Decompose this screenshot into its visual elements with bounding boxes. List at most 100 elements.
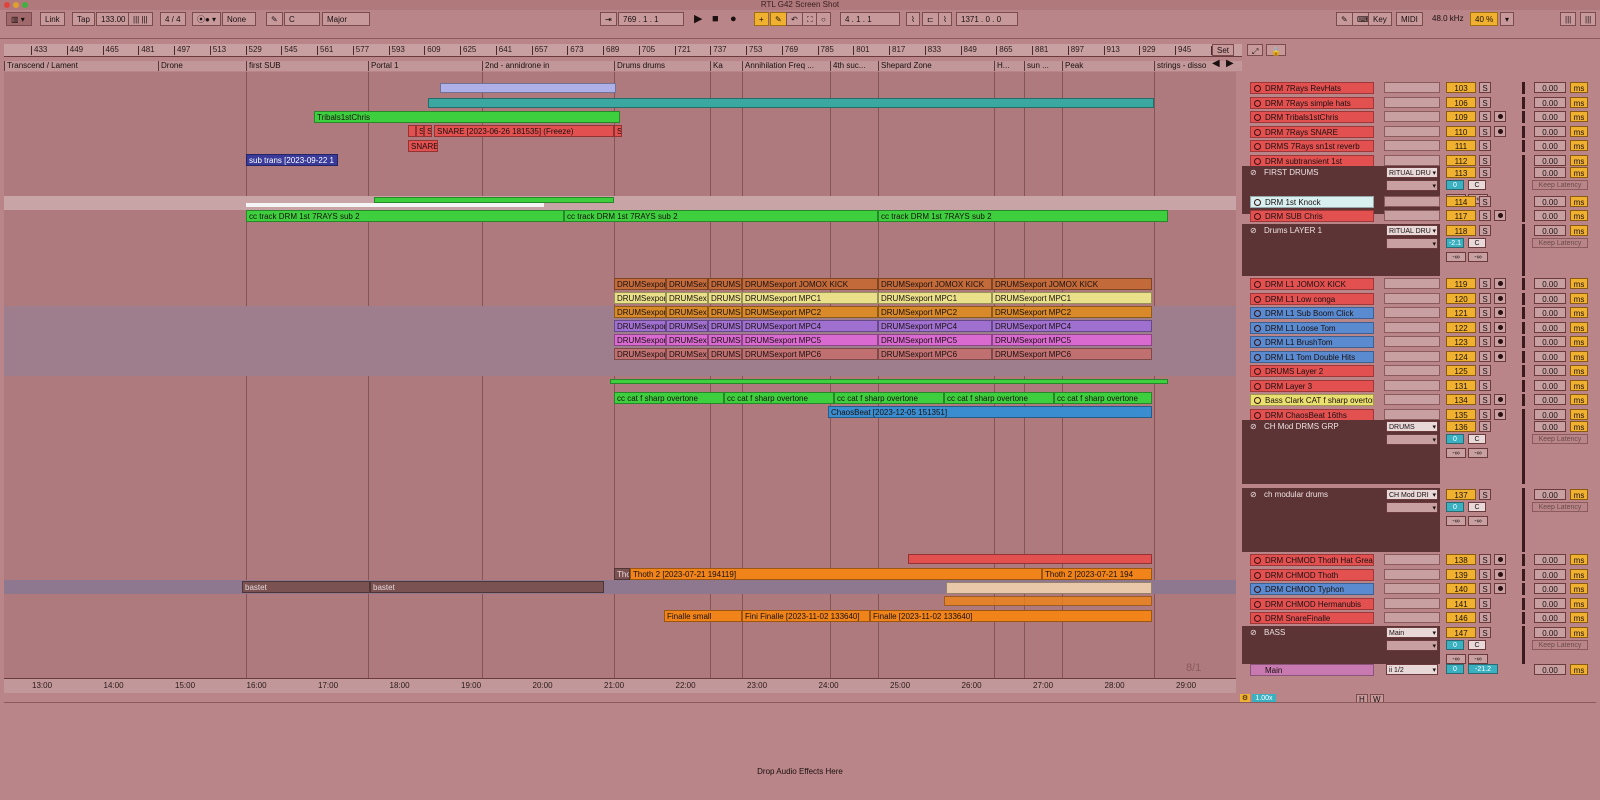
clip-drumsexport[interactable]: DRUMSexp [666, 278, 708, 290]
track-activator-icon[interactable] [1254, 557, 1261, 564]
clip-snare-s[interactable]: S [416, 125, 424, 137]
track-delay-unit[interactable]: ms [1570, 568, 1588, 580]
tap-button[interactable]: Tap [72, 12, 95, 26]
volume-field[interactable]: 0 [1446, 640, 1464, 650]
session-record-icon[interactable]: ○ [816, 12, 831, 26]
track-activator-icon[interactable] [1254, 114, 1261, 121]
arm-button[interactable] [1494, 583, 1506, 594]
track-name[interactable]: DRM 7Rays SNARE [1250, 125, 1374, 138]
loop-start-field[interactable]: 4 . 1 . 1 [840, 12, 900, 26]
arm-button[interactable] [1494, 394, 1506, 405]
keep-latency-button[interactable]: Keep Latency [1532, 180, 1588, 190]
solo-button[interactable]: S [1479, 96, 1491, 108]
track-delay-unit[interactable]: ms [1570, 82, 1588, 93]
clip[interactable] [610, 379, 1168, 384]
clip-mpc6[interactable]: DRUMSexport MPC6 [992, 348, 1152, 360]
track-input-box[interactable] [1384, 336, 1440, 347]
track-activator-icon[interactable] [1254, 353, 1261, 361]
master-volume-field[interactable]: 0 [1446, 664, 1464, 674]
loop-icon[interactable]: ⊏ [922, 12, 939, 26]
stop-icon[interactable]: ■ [712, 13, 719, 25]
next-locator-icon[interactable]: ▶ [1226, 58, 1234, 69]
clip-jomox[interactable]: DRUMSexport JOMOX KICK [992, 278, 1152, 290]
clip-cc-track[interactable]: cc track DRM 1st 7RAYS sub 2 [878, 210, 1168, 222]
track-number[interactable]: 136 [1446, 421, 1476, 432]
master-level-field[interactable]: -21.2 [1468, 664, 1498, 674]
lock-icon[interactable]: 🔒 [1266, 44, 1286, 56]
track-delay-field[interactable]: 0.00 [1534, 627, 1566, 638]
solo-button[interactable]: S [1479, 321, 1491, 333]
device-view[interactable]: Drop Audio Effects Here [4, 702, 1596, 797]
track-number[interactable]: 122 [1446, 321, 1476, 333]
track-delay-unit[interactable]: ms [1570, 583, 1588, 594]
track-delay-unit[interactable]: ms [1570, 408, 1588, 420]
maximize-window-button[interactable] [22, 2, 28, 8]
track-name[interactable]: DRM L1 Loose Tom [1250, 321, 1374, 334]
locator[interactable]: Ka [710, 61, 723, 71]
keep-latency-button[interactable]: Keep Latency [1532, 238, 1588, 248]
solo-button[interactable]: S [1479, 408, 1491, 420]
clip-cc-cat[interactable]: cc cat f sharp overtone [944, 392, 1054, 404]
track-name[interactable]: DRM ChaosBeat 16ths [1250, 408, 1374, 421]
track-number[interactable]: 119 [1446, 278, 1476, 289]
locator[interactable]: 2nd - annidrone in [482, 61, 550, 71]
view-toggle-icon[interactable]: ▥ ▾ [6, 12, 32, 26]
track-number[interactable]: 114 [1446, 196, 1476, 207]
clip-drumsexport[interactable]: DRUMSexp [666, 348, 708, 360]
track-activator-icon[interactable] [1254, 295, 1261, 303]
locator[interactable]: Drone [158, 61, 183, 71]
track-delay-unit[interactable]: ms [1570, 394, 1588, 405]
volume-field[interactable]: 0 [1446, 180, 1464, 190]
clip-mpc6[interactable]: DRUMSexport MPC6 [742, 348, 878, 360]
clip-cc-track[interactable]: cc track DRM 1st 7RAYS sub 2 [564, 210, 878, 222]
locator[interactable]: Annihilation Freq ... [742, 61, 814, 71]
beat-time-ruler[interactable]: 433 449 465 481 497 513 529 545 561 577 593 609 625 6… [4, 44, 1263, 57]
input-box[interactable] [1386, 434, 1438, 445]
clip-cc-cat[interactable]: cc cat f sharp overtone [1054, 392, 1152, 404]
track-activator-icon[interactable] [1254, 586, 1261, 593]
track-input-box[interactable] [1384, 140, 1440, 151]
solo-button[interactable]: S [1479, 597, 1491, 609]
locator[interactable]: Drums drums [614, 61, 665, 71]
track-delay-unit[interactable]: ms [1570, 96, 1588, 108]
track-number[interactable]: 117 [1446, 210, 1476, 221]
arm-button[interactable] [1494, 278, 1506, 289]
track-number[interactable]: 106 [1446, 96, 1476, 108]
keep-latency-button[interactable]: Keep Latency [1532, 640, 1588, 650]
track-name[interactable]: DRM subtransient 1st [1250, 154, 1374, 167]
track-number[interactable]: 124 [1446, 350, 1476, 362]
punch-out-icon[interactable]: ⌇ [938, 12, 952, 26]
clip[interactable] [428, 98, 1154, 108]
solo-button[interactable]: S [1479, 421, 1491, 432]
solo-button[interactable]: S [1479, 292, 1491, 304]
group-track-name[interactable]: Drums LAYER 1 [1250, 226, 1322, 235]
clip-mpc5[interactable]: DRUMSexport MPC5 [742, 334, 878, 346]
track-delay-field[interactable]: 0.00 [1534, 597, 1566, 609]
track-name[interactable]: DRM Tribals1stChris [1250, 111, 1374, 123]
track-number[interactable]: 120 [1446, 292, 1476, 304]
clip-drumsexport[interactable]: DRUMSexp [666, 334, 708, 346]
track-number[interactable]: 139 [1446, 568, 1476, 580]
arm-button[interactable] [1494, 568, 1506, 580]
prev-locator-icon[interactable]: ◀ [1212, 58, 1220, 69]
volume-field[interactable]: 0 [1446, 434, 1464, 444]
clip-finalle-small[interactable]: Finalle small [664, 610, 742, 622]
locator[interactable]: Shepard Zone [878, 61, 932, 71]
play-icon[interactable]: ▶ [694, 13, 702, 25]
track-delay-field[interactable]: 0.00 [1534, 554, 1566, 565]
solo-button[interactable]: S [1479, 489, 1491, 500]
clip-drumsexport[interactable]: DRUMSexpor [614, 292, 666, 304]
track-number[interactable]: 134 [1446, 394, 1476, 405]
track-delay-unit[interactable]: ms [1570, 336, 1588, 347]
track-name[interactable]: DRM SUB Chris [1250, 210, 1374, 222]
clip-snare-s[interactable]: S [424, 125, 432, 137]
track-number[interactable]: 135 [1446, 408, 1476, 420]
track-delay-unit[interactable]: ms [1570, 489, 1588, 500]
solo-button[interactable]: S [1479, 379, 1491, 391]
track-activator-icon[interactable] [1254, 310, 1261, 317]
clip[interactable] [246, 203, 544, 207]
automation-arm-icon[interactable]: ✎ [770, 12, 787, 26]
locator[interactable]: H... [994, 61, 1009, 71]
track-input-box[interactable] [1384, 278, 1440, 289]
track-delay-field[interactable]: 0.00 [1534, 210, 1566, 221]
